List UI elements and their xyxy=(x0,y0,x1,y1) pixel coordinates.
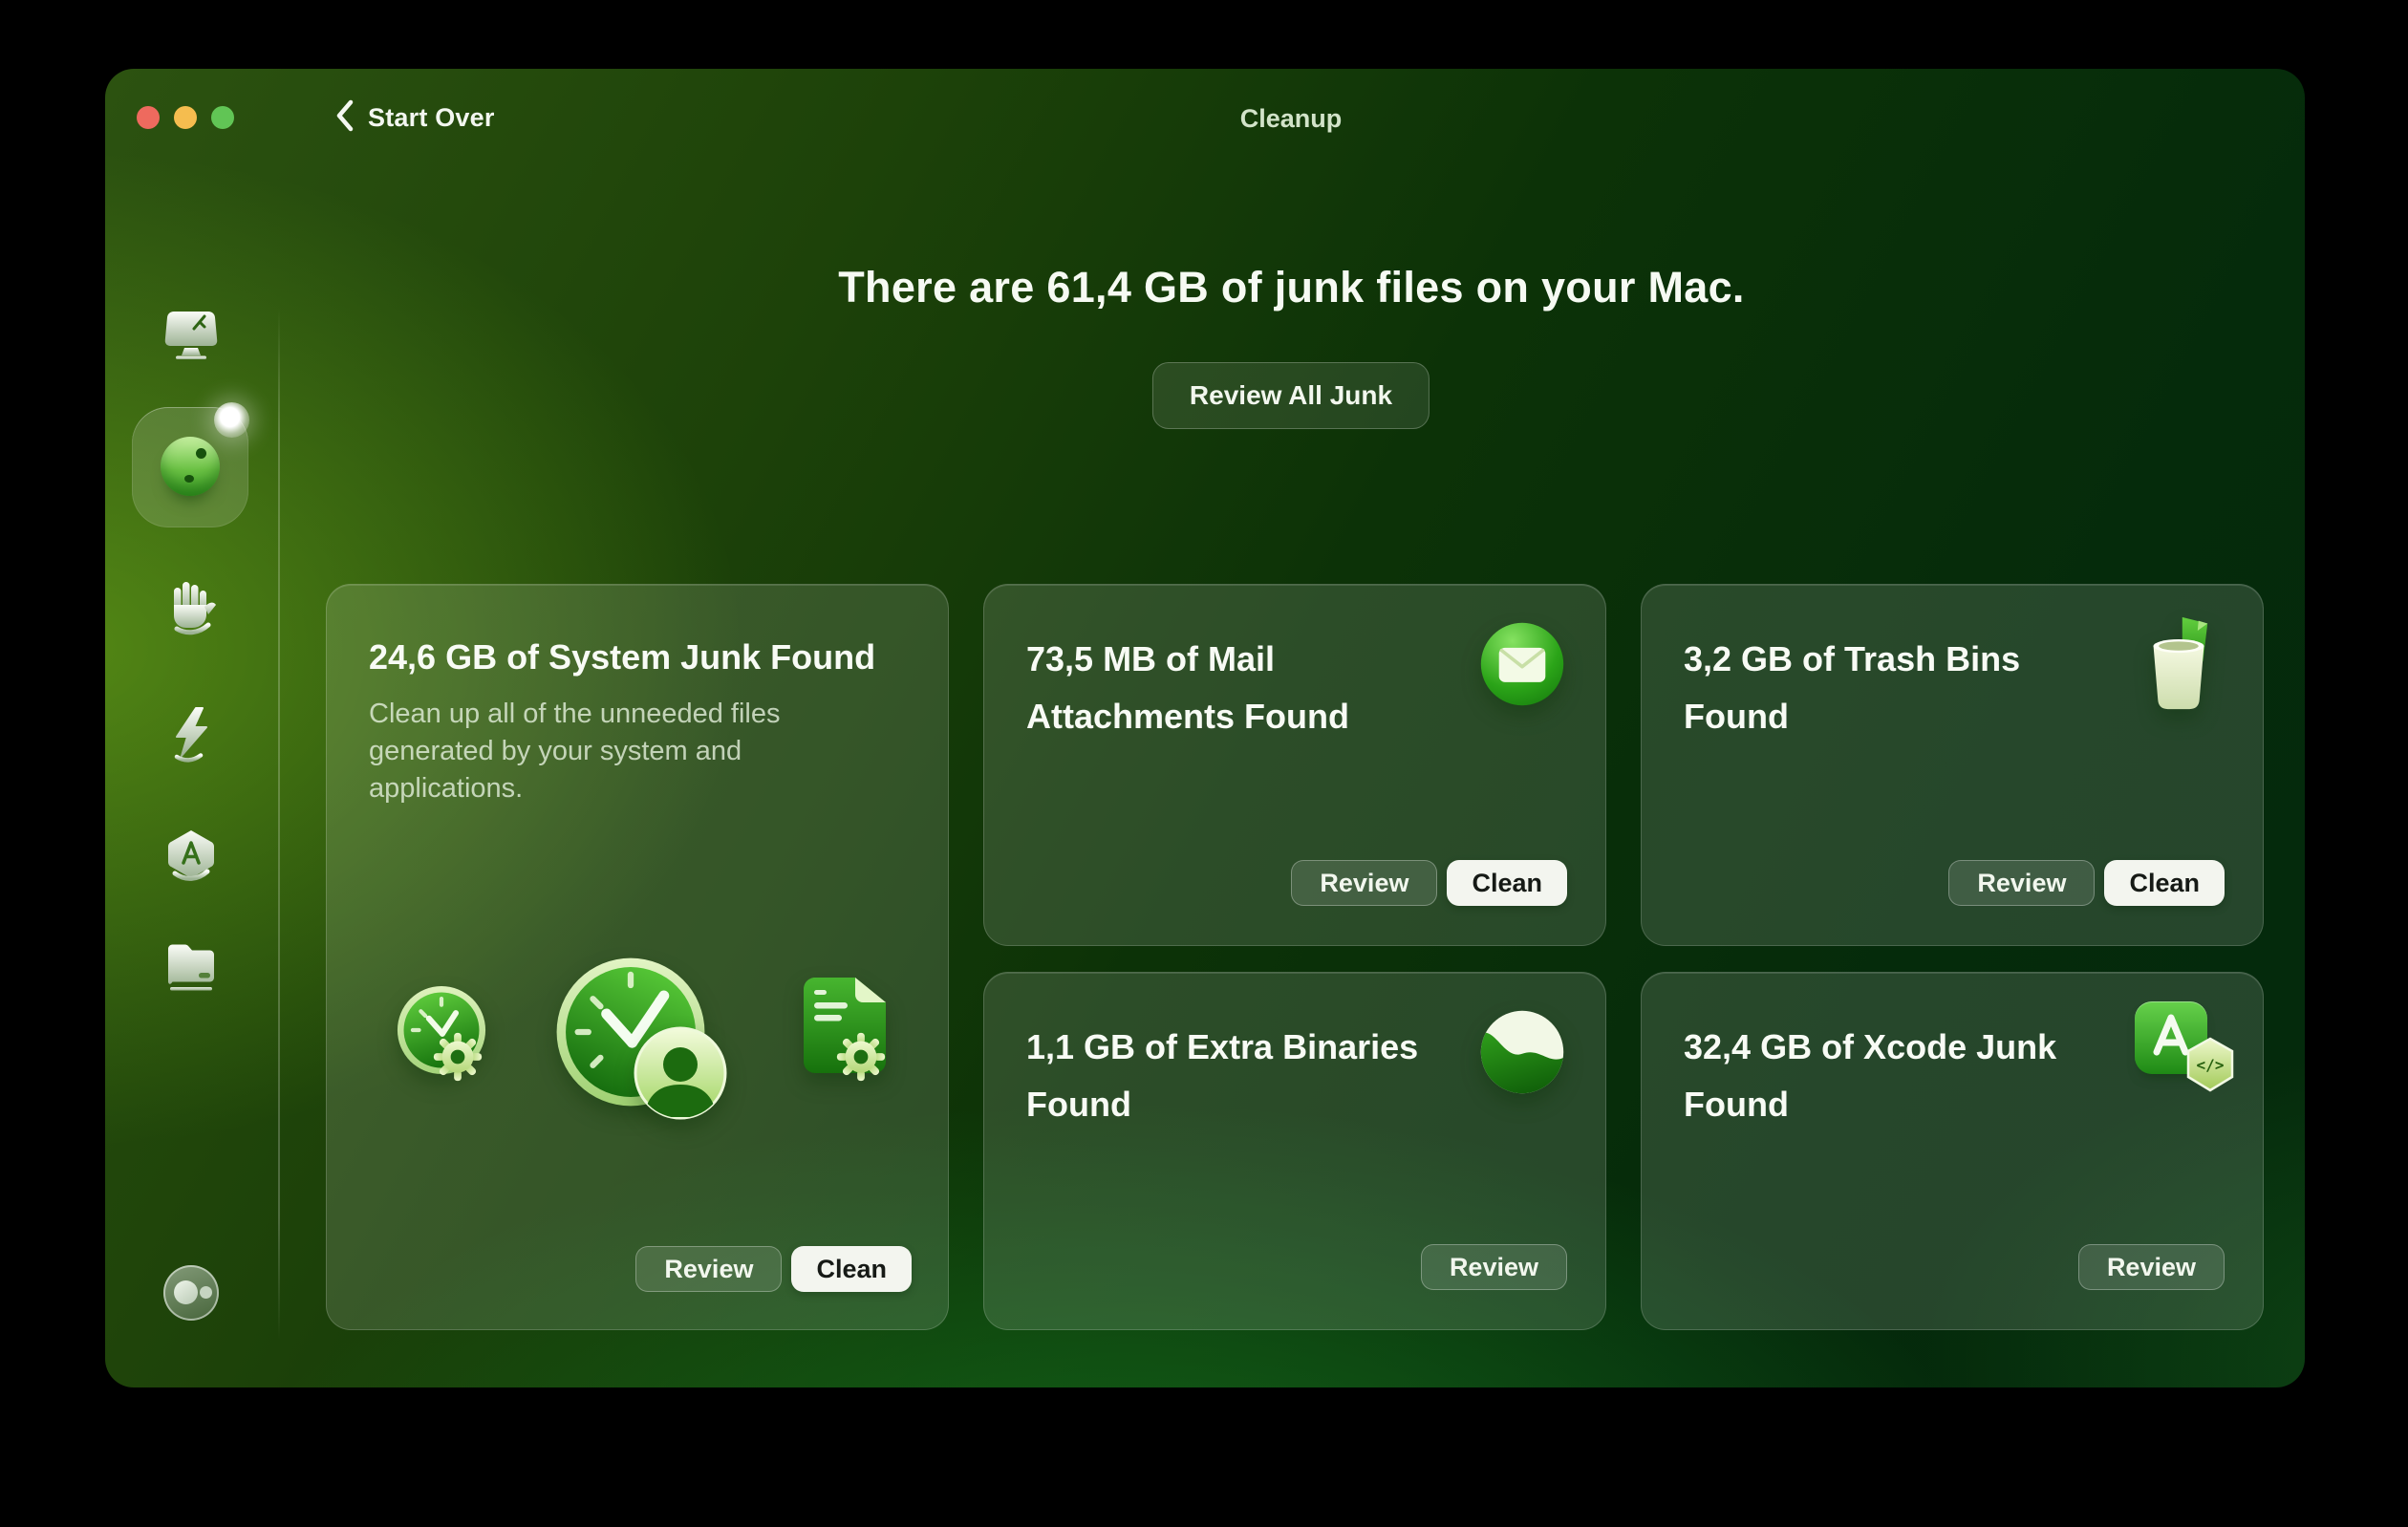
sidebar-item-lightning[interactable] xyxy=(171,707,211,763)
app-store-hexagon-icon xyxy=(164,828,218,884)
clock-icon xyxy=(555,957,706,1112)
card-title: 73,5 MB of Mail Attachments Found xyxy=(1026,639,1349,736)
lightning-icon xyxy=(171,707,211,763)
binaries-wave-icon xyxy=(1479,1009,1565,1100)
clean-button[interactable]: Clean xyxy=(1447,860,1567,906)
clean-button[interactable]: Clean xyxy=(791,1246,912,1292)
monitor-sparkle-icon xyxy=(164,310,218,359)
assistant-avatar-icon[interactable] xyxy=(163,1265,219,1321)
cleanup-orb-icon xyxy=(161,437,220,496)
card-system-junk: 24,6 GB of System Junk Found Clean up al… xyxy=(326,584,949,1330)
sidebar xyxy=(105,69,280,1387)
card-title: 3,2 GB of Trash Bins Found xyxy=(1684,639,2021,736)
start-over-label: Start Over xyxy=(368,102,495,132)
user-avatar-icon xyxy=(633,1025,728,1126)
card-mail-attachments: 73,5 MB of Mail Attachments Found Review… xyxy=(983,584,1606,946)
card-title: 24,6 GB of System Junk Found xyxy=(369,637,876,677)
card-description: Clean up all of the unneeded files gener… xyxy=(369,699,781,804)
sidebar-item-cleanup[interactable] xyxy=(132,402,249,527)
sidebar-item-folder[interactable] xyxy=(164,939,218,991)
app-window: Start Over Cleanup There are 61,4 GB of … xyxy=(105,69,2305,1387)
review-button[interactable]: Review xyxy=(2077,1244,2225,1290)
sidebar-item-monitor[interactable] xyxy=(164,310,218,359)
gear-icon xyxy=(836,1032,886,1086)
trash-bin-icon xyxy=(2135,615,2223,716)
clock-icon xyxy=(397,985,486,1080)
review-button[interactable]: Review xyxy=(1420,1244,1567,1290)
gear-icon xyxy=(433,1032,483,1086)
sidebar-divider xyxy=(278,308,280,1340)
chevron-left-icon xyxy=(334,99,355,137)
sidebar-item-appstore-hexagon[interactable] xyxy=(164,828,218,884)
sidebar-item-hand[interactable] xyxy=(166,578,216,635)
review-button[interactable]: Review xyxy=(635,1246,783,1292)
hand-icon xyxy=(166,578,216,635)
card-extra-binaries: 1,1 GB of Extra Binaries Found Review xyxy=(983,972,1606,1330)
review-button[interactable]: Review xyxy=(1948,860,2096,906)
card-title: 1,1 GB of Extra Binaries Found xyxy=(1026,1027,1419,1124)
review-button[interactable]: Review xyxy=(1291,860,1438,906)
card-trash-bins: 3,2 GB of Trash Bins Found Review Clean xyxy=(1641,584,2264,946)
folder-icon xyxy=(164,939,218,991)
mail-envelope-icon xyxy=(1479,621,1565,712)
svg-text:</>: </> xyxy=(2197,1056,2225,1074)
start-over-button[interactable]: Start Over xyxy=(334,97,495,138)
card-xcode-junk: 32,4 GB of Xcode Junk Found </> Review xyxy=(1641,972,2264,1330)
clean-button[interactable]: Clean xyxy=(2104,860,2225,906)
notification-glow-dot xyxy=(214,402,249,438)
page-title: There are 61,4 GB of junk files on your … xyxy=(838,263,1745,312)
review-all-junk-button[interactable]: Review All Junk xyxy=(1151,362,1430,429)
xcode-icon: </> xyxy=(2135,1001,2236,1093)
window-title: Cleanup xyxy=(1239,104,1343,133)
document-icon xyxy=(804,978,886,1078)
card-title: 32,4 GB of Xcode Junk Found xyxy=(1684,1027,2057,1124)
